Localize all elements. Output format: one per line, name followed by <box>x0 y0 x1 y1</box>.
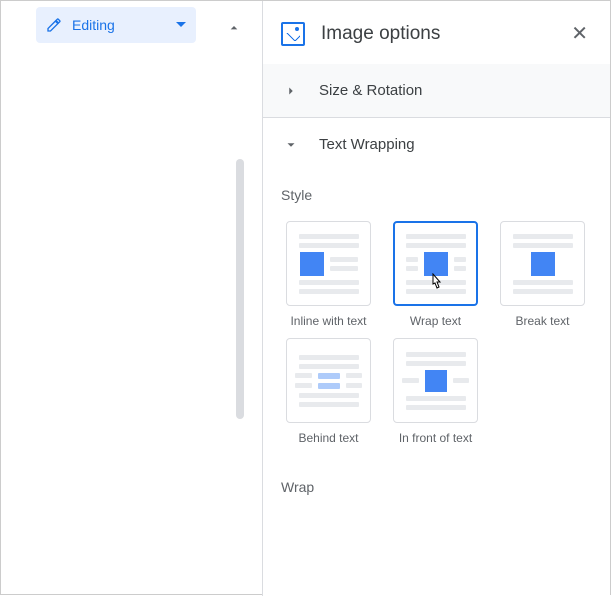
section-size-rotation[interactable]: Size & Rotation <box>263 64 610 118</box>
option-wrap-text: Wrap text <box>388 221 483 328</box>
wrap-label: Wrap <box>263 463 610 505</box>
close-panel-button[interactable]: ✕ <box>567 17 592 50</box>
option-label: Break text <box>515 314 569 328</box>
dropdown-caret-icon <box>176 17 186 33</box>
chevron-down-icon <box>281 138 301 152</box>
collapse-toolbar-button[interactable] <box>219 13 249 43</box>
option-tile-front[interactable] <box>393 338 478 423</box>
option-behind-text: Behind text <box>281 338 376 445</box>
chevron-right-icon <box>281 84 301 98</box>
option-label: Inline with text <box>290 314 366 328</box>
image-icon <box>281 22 305 46</box>
section-text-wrapping[interactable]: Text Wrapping <box>263 118 610 171</box>
option-tile-break[interactable] <box>500 221 585 306</box>
pointer-cursor-icon <box>427 273 445 298</box>
editing-mode-dropdown[interactable]: Editing <box>36 7 196 43</box>
document-scrollbar[interactable] <box>236 59 246 459</box>
editing-mode-label: Editing <box>72 17 115 33</box>
section-label: Size & Rotation <box>319 82 422 99</box>
image-options-panel: Image options ✕ Size & Rotation Text Wra… <box>262 1 610 596</box>
scrollbar-thumb[interactable] <box>236 159 244 419</box>
pencil-icon <box>46 17 62 33</box>
option-in-front-of-text: In front of text <box>388 338 483 445</box>
section-label: Text Wrapping <box>319 136 415 153</box>
option-break-text: Break text <box>495 221 590 328</box>
option-label: Behind text <box>298 431 358 445</box>
option-label: Wrap text <box>410 314 461 328</box>
option-tile-inline[interactable] <box>286 221 371 306</box>
panel-title: Image options <box>321 23 440 45</box>
style-label: Style <box>263 171 610 213</box>
option-tile-wrap[interactable] <box>393 221 478 306</box>
panel-header: Image options ✕ <box>263 1 610 64</box>
option-label: In front of text <box>399 431 472 445</box>
option-tile-behind[interactable] <box>286 338 371 423</box>
option-inline-with-text: Inline with text <box>281 221 376 328</box>
wrap-style-options: Inline with text <box>263 213 610 445</box>
